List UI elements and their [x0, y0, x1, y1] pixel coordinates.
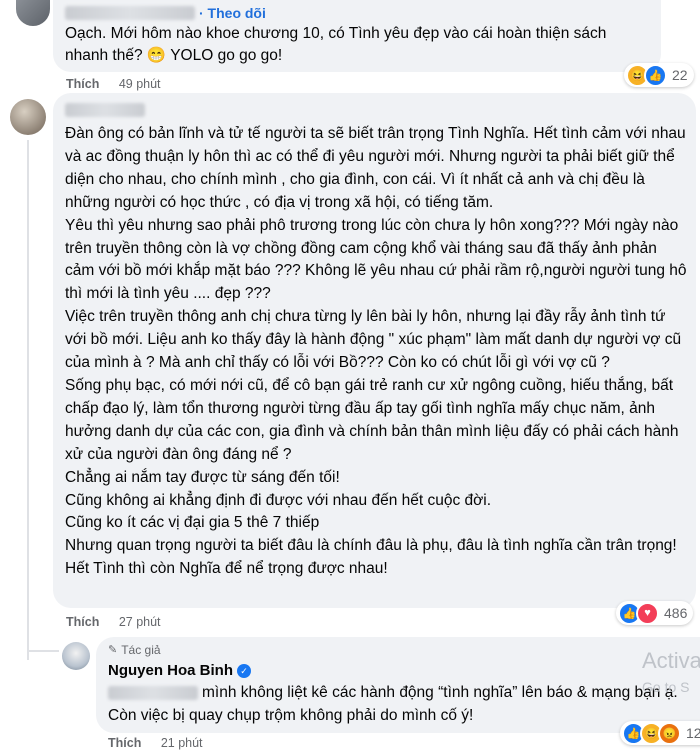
comment-paragraph: Đàn ông có bản lĩnh và tử tế người ta sẽ… [65, 125, 686, 211]
like-button[interactable]: Thích [66, 615, 99, 629]
comment-actions: Thích 27 phút [66, 615, 161, 629]
comment-paragraph: Sống phụ bạc, có mới nới cũ, để cô bạn g… [65, 376, 679, 463]
thumbs-up-icon: 👍 [644, 63, 667, 87]
mentioned-name-redacted[interactable] [108, 685, 198, 700]
comment-text: Oạch. Mới hôm nào khoe chương 10, có Tìn… [65, 25, 607, 64]
comment-timestamp[interactable]: 21 phút [161, 736, 203, 750]
comment-paragraph: Nhưng quan trọng người ta biết đâu là ch… [65, 537, 677, 555]
comment-actions: Thích 49 phút [66, 77, 161, 91]
comment-bubble: · Theo dõi Oạch. Mới hôm nào khoe chương… [53, 0, 661, 72]
reply-thread-connector [27, 650, 59, 652]
reply-thread-line [27, 140, 29, 660]
comment-bubble: Đàn ông có bản lĩnh và tử tế người ta sẽ… [53, 93, 696, 608]
author-badge: Tác giả [121, 642, 161, 657]
comment-paragraph: Việc trên truyền thông anh chị chưa từng… [65, 308, 682, 372]
pencil-icon: ✎ [108, 643, 118, 656]
author-name[interactable]: Nguyen Hoa Binh [108, 660, 233, 683]
reaction-count: 22 [672, 67, 688, 83]
reaction-count: 486 [664, 605, 688, 621]
verified-check-icon: ✓ [237, 664, 252, 678]
activation-watermark-subtitle: Go to S [642, 679, 690, 695]
comment-paragraph: Cũng ko ít các vị đại gia 5 thê 7 thiếp [65, 514, 320, 532]
commenter-name-redacted[interactable] [65, 102, 145, 117]
comment-timestamp[interactable]: 27 phút [119, 615, 161, 629]
reaction-summary[interactable]: 👍 ♥ 486 [616, 601, 694, 625]
commenter-avatar[interactable] [10, 99, 46, 135]
like-button[interactable]: Thích [66, 77, 99, 91]
heart-icon: ♥ [636, 601, 659, 625]
comment-timestamp[interactable]: 49 phút [119, 77, 161, 91]
comment-text: Đàn ông có bản lĩnh và tử tế người ta sẽ… [65, 123, 689, 581]
comment-paragraph: Cũng không ai khẳng định đi được với nha… [65, 491, 492, 509]
comment-paragraph: Hết Tình thì còn Nghĩa để nể trọng được … [65, 560, 388, 578]
reaction-count: 121 [686, 725, 700, 741]
angry-face-icon: 😠 [658, 721, 681, 745]
like-button[interactable]: Thích [108, 736, 141, 750]
commenter-avatar[interactable] [16, 0, 50, 26]
comment-actions: Thích 21 phút [108, 736, 203, 750]
follow-link[interactable]: · Theo dõi [199, 2, 266, 25]
reply-text: mình không liệt kê các hành động “tình n… [108, 682, 688, 727]
comment-paragraph: Chẳng ai nắm tay được từ sáng đến tối! [65, 468, 340, 486]
author-avatar[interactable] [62, 642, 90, 670]
reaction-summary[interactable]: 👍 😆 😠 121 [620, 721, 700, 745]
reaction-summary[interactable]: 😆 👍 22 [624, 63, 694, 87]
activation-watermark-title: Activa [642, 648, 700, 673]
comment-paragraph: Yêu thì yêu nhưng sao phải phô trương tr… [65, 216, 687, 303]
commenter-name-redacted[interactable] [65, 6, 195, 20]
reply-bubble: ✎ Tác giả Nguyen Hoa Binh ✓ mình không l… [96, 637, 700, 733]
